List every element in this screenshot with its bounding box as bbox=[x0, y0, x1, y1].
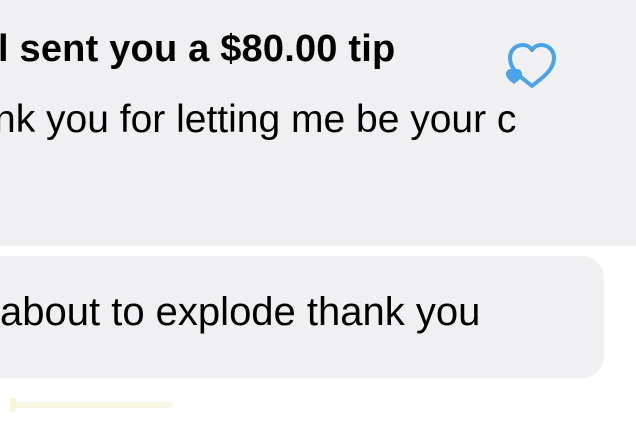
tip-message-title: l sent you a $80.00 tip bbox=[0, 28, 396, 70]
heart-icon bbox=[500, 40, 564, 92]
watermark-mark bbox=[10, 398, 16, 412]
chat-screen: l sent you a $80.00 tip nk you for letti… bbox=[0, 0, 636, 430]
reply-message-text: about to explode thank you bbox=[0, 290, 481, 334]
watermark-strip bbox=[14, 402, 174, 408]
tip-message-body: nk you for letting me be your c bbox=[0, 98, 517, 141]
